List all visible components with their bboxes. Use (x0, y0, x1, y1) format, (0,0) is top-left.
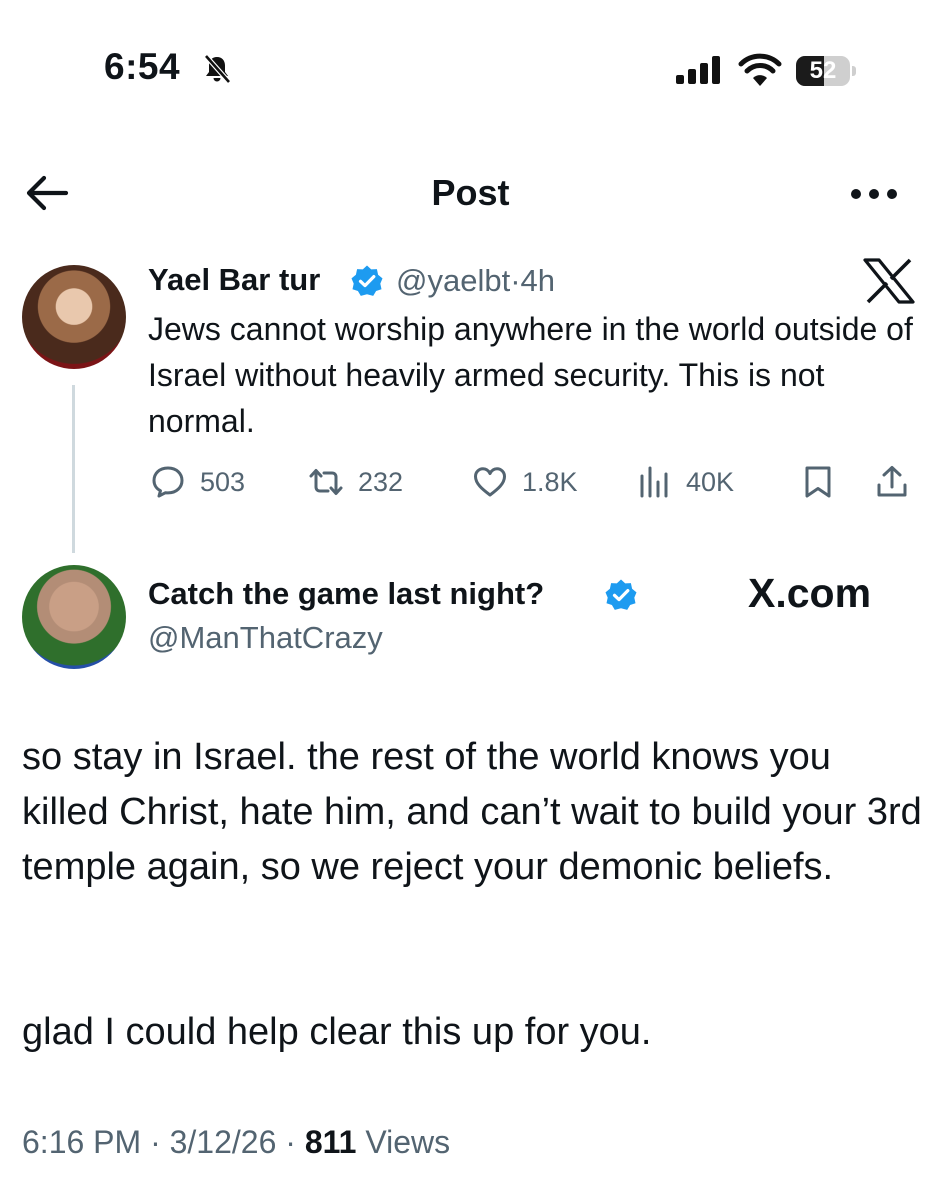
battery-level: 52 (809, 57, 837, 84)
verified-badge-icon (605, 579, 637, 610)
verified-badge-icon (351, 265, 383, 296)
reply-icon (152, 466, 184, 498)
repost-button[interactable]: 232 (308, 462, 403, 502)
x-logo-icon (863, 258, 915, 304)
share-button[interactable] (874, 462, 910, 502)
repost-count: 232 (358, 466, 404, 497)
battery-indicator: 52 (796, 56, 856, 86)
post-text: so stay in Israel. the rest of the world… (22, 736, 922, 888)
views-label: Views (356, 1124, 451, 1160)
author-handle[interactable]: @ManThatCrazy (148, 620, 383, 656)
wifi-icon (738, 53, 782, 86)
post-text-continued: glad I could help clear this up for you. (22, 1011, 652, 1053)
avatar[interactable] (22, 265, 126, 369)
quoted-time: 4h (520, 263, 556, 298)
author-name[interactable]: Catch the game last night? (148, 576, 544, 612)
views-icon (640, 466, 668, 498)
post-timestamp[interactable]: 6:16 PM · 3/12/26 · (22, 1124, 305, 1160)
page-title: Post (431, 172, 510, 213)
views-button[interactable]: 40K (636, 462, 734, 502)
status-time: 6:54 (104, 46, 181, 87)
like-button[interactable]: 1.8K (472, 462, 578, 502)
quoted-handle-time: @yaelbt·4h (396, 263, 555, 299)
signal-icon (676, 56, 720, 84)
like-icon (474, 467, 506, 497)
thread-line (72, 385, 75, 553)
post-meta: 6:16 PM · 3/12/26 · 811 Views (22, 1124, 450, 1161)
bell-slash-icon (204, 54, 231, 84)
reply-button[interactable]: 503 (150, 462, 245, 502)
quoted-author-name[interactable]: Yael Bar tur (148, 262, 320, 298)
bookmark-icon (805, 466, 831, 498)
separator: · (510, 263, 521, 298)
x-com-watermark: X.com (748, 570, 872, 616)
reply-count: 503 (200, 466, 246, 497)
more-icon[interactable] (848, 180, 900, 208)
repost-icon (309, 469, 343, 495)
like-count: 1.8K (522, 466, 578, 497)
share-icon (877, 466, 907, 497)
quoted-post-text: Jews cannot worship anywhere in the worl… (148, 311, 913, 439)
views-count: 40K (686, 466, 735, 497)
views-count: 811 (304, 1124, 357, 1160)
bookmark-button[interactable] (800, 462, 836, 502)
avatar[interactable] (22, 565, 126, 669)
quoted-handle[interactable]: @yaelbt (396, 263, 510, 298)
